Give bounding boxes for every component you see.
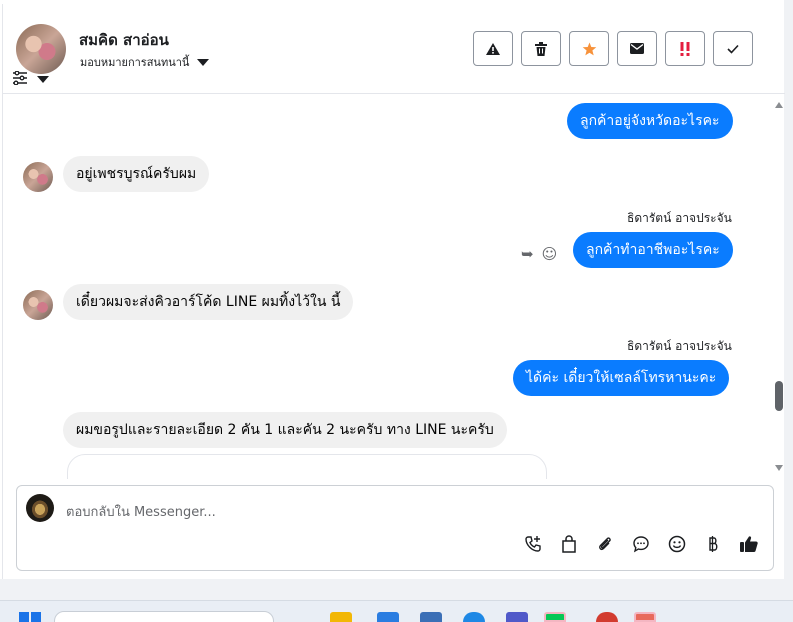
reply-icon[interactable]: ➥ (521, 245, 534, 263)
message-thread[interactable]: ลูกค้าอยู่จังหวัดอะไรคะ อยู่เพชรบูรณ์ครั… (3, 95, 785, 479)
message-composer[interactable]: ตอบกลับใน Messenger... (16, 485, 774, 571)
react-emoji-icon[interactable]: ☺ (542, 245, 558, 263)
line-app-icon[interactable] (544, 612, 566, 622)
star-icon (582, 42, 596, 55)
header-actions (473, 31, 753, 66)
message-incoming[interactable]: ผมขอรูปและรายละเอียด 2 คัน 1 และคัน 2 นะ… (63, 412, 507, 448)
page-avatar (26, 494, 54, 522)
scrollbar-thumb[interactable] (775, 381, 783, 411)
mark-unread-button[interactable] (617, 31, 657, 66)
report-button[interactable] (473, 31, 513, 66)
reply-input[interactable]: ตอบกลับใน Messenger... (66, 501, 216, 522)
message-incoming[interactable]: เดี๋ยวผมจะส่งคิวอาร์โค้ด LINE ผมทิ้งไว้ใ… (63, 284, 354, 320)
taskbar-app-icon[interactable] (420, 612, 442, 622)
message-actions: ➥ ☺ (521, 245, 557, 263)
message-outgoing[interactable]: ลูกค้าอยู่จังหวัดอะไรคะ (567, 103, 733, 139)
trash-icon (535, 41, 547, 56)
windows-start-icon[interactable] (19, 612, 41, 622)
contact-name[interactable]: สมคิด สาอ่อน (79, 28, 169, 52)
important-button[interactable] (665, 31, 705, 66)
filter-sliders-icon[interactable] (12, 71, 28, 85)
assign-label: มอบหมายการสนทนานี้ (80, 56, 190, 69)
filter-chevron-down-icon[interactable] (37, 76, 49, 83)
sender-name: ธิดารัตน์ อาจประจัน (627, 211, 732, 225)
message-outgoing[interactable]: ได้ค่ะ เดี๋ยวให้เซลล์โทรหานะคะ (513, 360, 730, 396)
envelope-icon (630, 43, 644, 54)
contact-avatar[interactable] (16, 24, 66, 74)
mark-done-button[interactable] (713, 31, 753, 66)
delete-button[interactable] (521, 31, 561, 66)
conversation-panel: สมคิด สาอ่อน มอบหมายการสนทนานี้ ลูกค้าอย… (2, 4, 785, 579)
phone-add-icon[interactable] (522, 533, 544, 555)
assign-conversation-dropdown[interactable]: มอบหมายการสนทนานี้ (80, 53, 210, 71)
chevron-down-icon (197, 58, 210, 66)
warning-icon (486, 42, 500, 55)
thumbs-up-icon[interactable] (738, 533, 760, 555)
contact-avatar-small (23, 162, 53, 192)
scroll-up-arrow-icon[interactable] (775, 102, 783, 108)
taskbar-app-icon[interactable] (377, 612, 399, 622)
taskbar-app-icon[interactable] (634, 612, 656, 622)
check-icon (727, 44, 739, 54)
taskbar-search-box[interactable] (54, 611, 274, 622)
window-bottom-margin (0, 579, 793, 600)
message-incoming[interactable]: อยู่เพชรบูรณ์ครับผม (63, 156, 210, 192)
chat-bubble-icon[interactable] (630, 533, 652, 555)
file-explorer-icon[interactable] (330, 612, 352, 622)
teams-icon[interactable] (506, 612, 528, 622)
conversation-header: สมคิด สาอ่อน มอบหมายการสนทนานี้ (3, 4, 785, 94)
sender-name: ธิดารัตน์ อาจประจัน (627, 339, 732, 353)
baht-icon[interactable] (702, 533, 724, 555)
star-button[interactable] (569, 31, 609, 66)
contact-avatar-small (23, 290, 53, 320)
emoji-icon[interactable] (666, 533, 688, 555)
double-exclamation-icon (680, 41, 690, 56)
bag-icon[interactable] (558, 533, 580, 555)
attachment-preview-card[interactable] (67, 454, 547, 479)
message-outgoing[interactable]: ลูกค้าทำอาชีพอะไรคะ (573, 232, 733, 268)
window-edge (784, 0, 793, 580)
composer-toolbar (522, 533, 760, 555)
scroll-down-arrow-icon[interactable] (775, 465, 783, 471)
paperclip-icon[interactable] (594, 533, 616, 555)
